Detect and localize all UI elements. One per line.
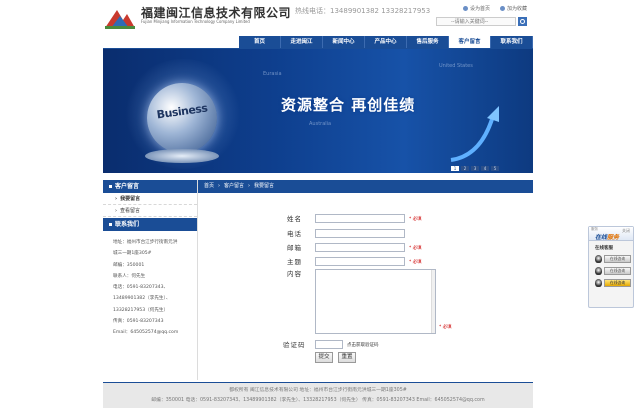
- contact-line: 地址：福州市台江步行街南元洪: [113, 240, 178, 245]
- qq-penguin-icon: [595, 278, 602, 287]
- banner-map-word: Eurasia: [263, 71, 282, 77]
- qq-penguin-icon: [595, 266, 602, 275]
- square-bullet-icon: [109, 223, 112, 226]
- captcha-label: 验证码: [283, 341, 306, 349]
- phone-input[interactable]: [315, 229, 405, 238]
- hero-banner: Business United States Australia Eurasia…: [103, 49, 533, 173]
- banner-dot[interactable]: 4: [481, 166, 489, 171]
- service-tag: 服务: [591, 227, 598, 231]
- contact-line: 13328217953（何先生）: [113, 307, 169, 313]
- content-required: * 必填: [439, 325, 452, 330]
- banner-dot[interactable]: 3: [471, 166, 479, 171]
- subject-label: 主题: [287, 258, 302, 266]
- name-required: * 必填: [409, 217, 422, 222]
- nav-about[interactable]: 走进闽江: [281, 36, 323, 48]
- add-favorite-link[interactable]: 加为收藏: [499, 5, 527, 12]
- subject-required: * 必填: [409, 260, 422, 265]
- online-service-widget: 服务 关闭 在线服务 在线客服 在线咨询 在线咨询 在线咨询: [588, 226, 634, 308]
- main-content: 首页 › 客户留言 › 我要留言 姓名 * 必填 电话 邮箱 * 必填 主题 *…: [197, 180, 533, 380]
- star-icon: [499, 6, 505, 11]
- nav-home[interactable]: 首页: [239, 36, 281, 48]
- site-header: 福建闽江信息技术有限公司 Fujian Minjiang Information…: [103, 0, 533, 36]
- search-box: [436, 17, 527, 26]
- growth-arrow-icon: [450, 106, 499, 162]
- qq-penguin-icon: [595, 254, 602, 263]
- breadcrumb-home[interactable]: 首页: [204, 180, 214, 193]
- nav-service[interactable]: 售后服务: [407, 36, 449, 48]
- arrow-right-icon: ›: [115, 195, 118, 202]
- contact-info: 地址：福州市台江步行街南元洪 城三一期1座305# 邮编：350001 联系人：…: [103, 231, 197, 339]
- sidebar-item-leave-message[interactable]: › 我要留言: [103, 193, 197, 205]
- content-label: 内容: [287, 270, 302, 278]
- captcha-input[interactable]: [315, 340, 343, 349]
- nav-messages[interactable]: 客户留言: [449, 36, 491, 48]
- contact-line: 城三一期1座305#: [113, 251, 152, 257]
- contact-line: Email：645052574@qq.com: [113, 330, 179, 336]
- main-nav: 首页 走进闽江 新闻中心 产品中心 售后服务 客户留言 联系我们: [239, 36, 533, 48]
- breadcrumb: 首页 › 客户留言 › 我要留言: [198, 180, 533, 193]
- home-icon: [462, 6, 468, 11]
- banner-map-word: Australia: [309, 121, 332, 127]
- contact-line: 邮编：350001: [113, 262, 145, 268]
- qq-chat-button[interactable]: 在线咨询: [595, 254, 631, 263]
- contact-line: 13489901382（李先生）、: [113, 296, 171, 302]
- top-links: 设为首页 加为收藏: [462, 5, 527, 12]
- hotline-text: 热线电话：13489901382 13328217953: [295, 7, 431, 15]
- service-subtitle: 在线客服: [595, 246, 613, 251]
- reset-button[interactable]: 重置: [338, 352, 356, 363]
- search-button[interactable]: [518, 17, 527, 26]
- set-homepage-link[interactable]: 设为首页: [462, 5, 490, 12]
- content-textarea[interactable]: [315, 269, 436, 334]
- banner-map-word: United States: [439, 63, 473, 69]
- email-required: * 必填: [409, 246, 422, 251]
- company-logo[interactable]: [103, 4, 137, 30]
- email-input[interactable]: [315, 243, 405, 252]
- footer-line: 都权所有 闽江信息技术有限公司 地址：福州市台江步行街南元洪城三一期1座305#: [229, 388, 407, 393]
- nav-contact[interactable]: 联系我们: [491, 36, 533, 48]
- submit-button[interactable]: 提交: [315, 352, 333, 363]
- sidebar: 客户留言 › 我要留言 › 查看留言 联系我们 地址：福州市台江步行街南元洪 城…: [103, 180, 197, 339]
- company-name-en: Fujian Minjiang Information Technology C…: [141, 19, 250, 24]
- service-close-button[interactable]: 关闭: [622, 228, 630, 234]
- contact-line: 电话：0591-83207343、: [113, 285, 169, 291]
- email-label: 邮箱: [287, 244, 302, 252]
- phone-label: 电话: [287, 230, 302, 238]
- textarea-scrollbar[interactable]: [431, 270, 435, 333]
- captcha-get-link[interactable]: 点击获取验证码: [347, 342, 379, 348]
- breadcrumb-messages[interactable]: 客户留言: [224, 180, 244, 193]
- search-input[interactable]: [436, 17, 516, 26]
- nav-products[interactable]: 产品中心: [365, 36, 407, 48]
- subject-input[interactable]: [315, 257, 405, 266]
- contact-line: 传真：0591-83207343: [113, 319, 164, 325]
- service-header: 服务 关闭 在线服务: [589, 227, 633, 241]
- arrow-right-icon: ›: [115, 207, 117, 214]
- globe-pedestal: [145, 149, 219, 163]
- sidebar-heading-messages: 客户留言: [103, 180, 197, 193]
- nav-news[interactable]: 新闻中心: [323, 36, 365, 48]
- qq-chat-button[interactable]: 在线咨询: [595, 278, 631, 287]
- banner-dot[interactable]: 1: [451, 166, 459, 171]
- name-input[interactable]: [315, 214, 405, 223]
- sidebar-item-view-messages[interactable]: › 查看留言: [103, 205, 197, 217]
- square-bullet-icon: [109, 185, 112, 188]
- qq-chat-button[interactable]: 在线咨询: [595, 266, 631, 275]
- name-label: 姓名: [287, 215, 302, 223]
- breadcrumb-current: 我要留言: [254, 183, 275, 189]
- sidebar-heading-contact: 联系我们: [103, 218, 197, 231]
- contact-line: 联系人：何先生: [113, 273, 146, 279]
- footer-line: 邮编：350001 电话：0591-83207343、13489901382（李…: [151, 398, 485, 403]
- banner-dot[interactable]: 2: [461, 166, 469, 171]
- site-footer: 都权所有 闽江信息技术有限公司 地址：福州市台江步行街南元洪城三一期1座305#…: [103, 382, 533, 408]
- banner-dot[interactable]: 5: [491, 166, 499, 171]
- banner-pager: 1 2 3 4 5: [451, 166, 499, 171]
- banner-slogan: 资源整合 再创佳绩: [281, 96, 416, 114]
